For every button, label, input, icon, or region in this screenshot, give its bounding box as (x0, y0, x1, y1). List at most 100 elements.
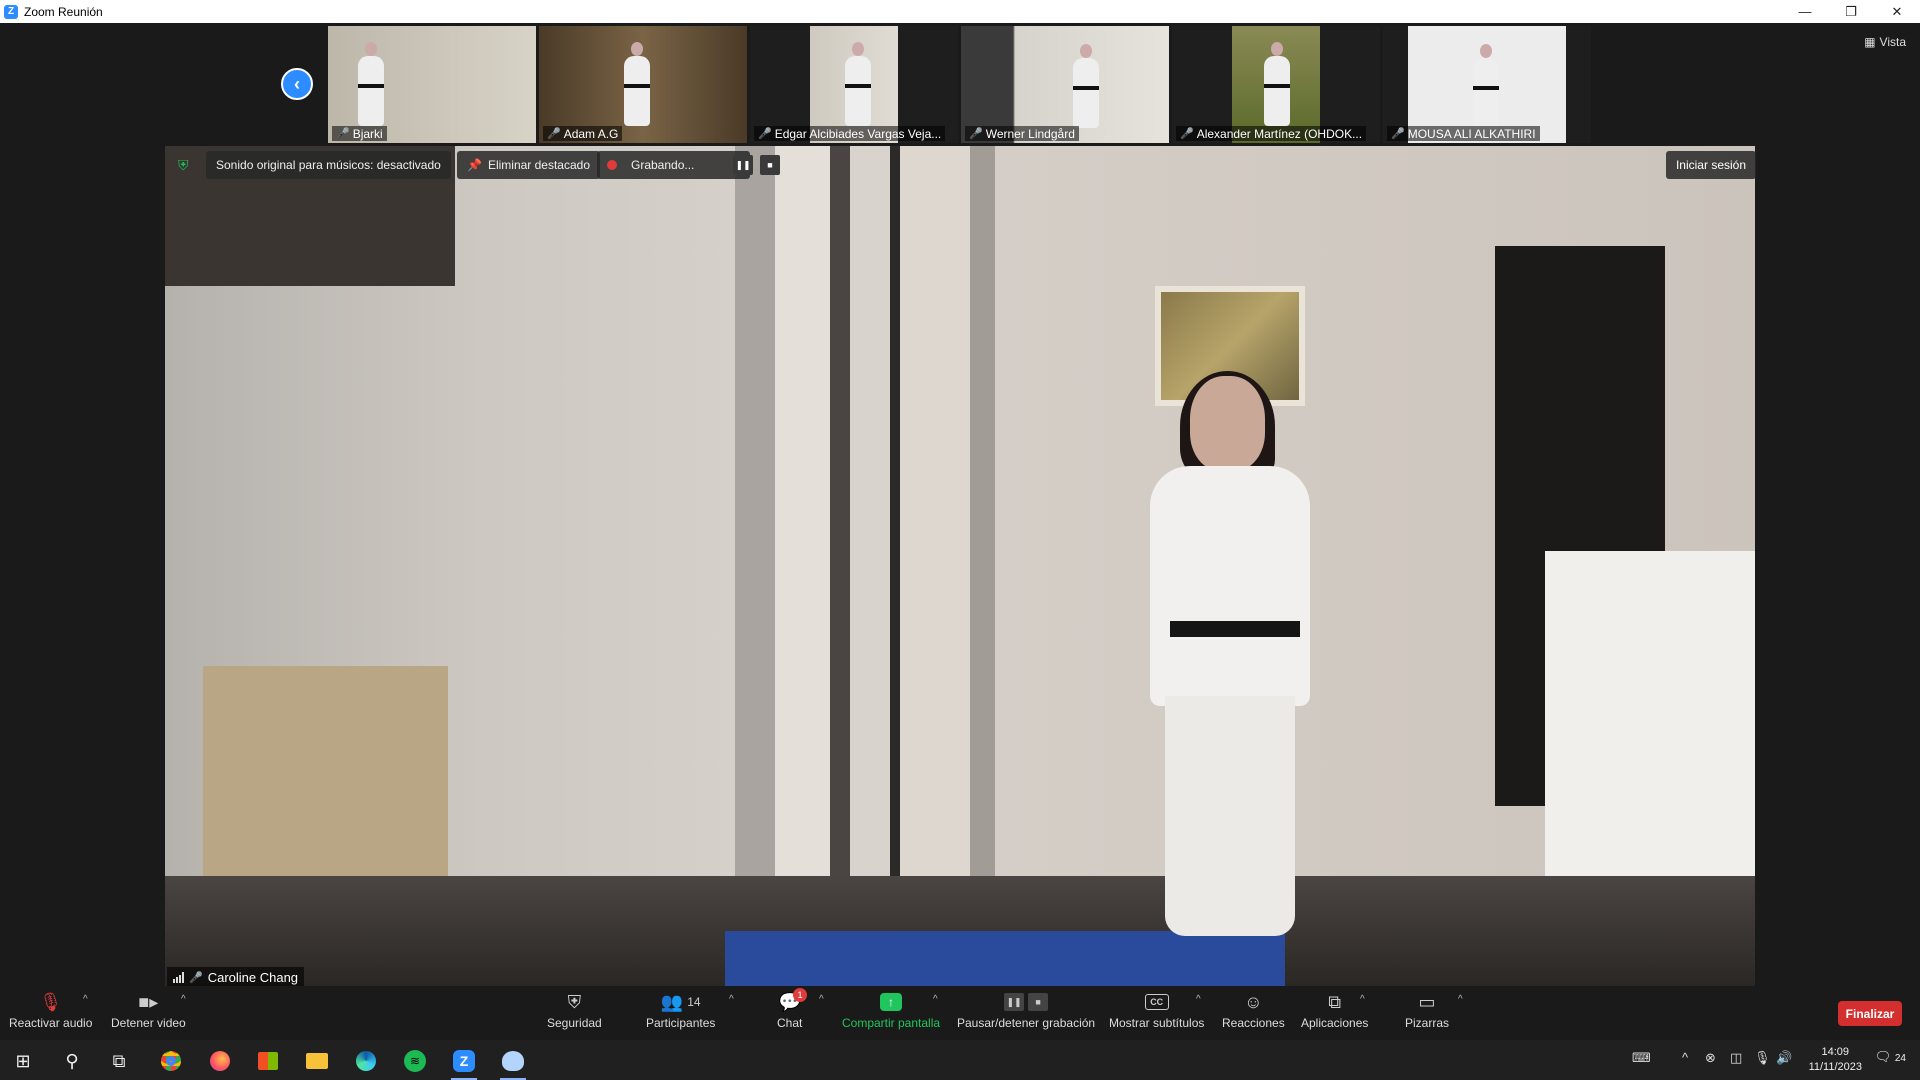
keyboard-icon[interactable]: ⌨ (1632, 1050, 1651, 1066)
participant-thumbnail[interactable]: 🎤 Werner Lindgård (961, 26, 1169, 143)
participant-thumbnail[interactable]: 🎤 Bjarki (328, 26, 536, 143)
mic-muted-icon: 🎤 (1391, 128, 1405, 140)
paint-icon[interactable] (496, 1046, 530, 1080)
zoom-taskbar-icon[interactable]: Z (447, 1046, 481, 1080)
people-icon: 👥 (660, 991, 684, 1012)
signal-strength-icon (173, 971, 184, 983)
unmute-button[interactable]: 🎙 Reactivar audio (9, 990, 92, 1031)
share-screen-button[interactable]: ↑ Compartir pantalla (842, 990, 940, 1030)
stop-video-button[interactable]: ■▸ Detener video (111, 990, 186, 1031)
store-icon[interactable] (251, 1046, 285, 1076)
edge-icon[interactable] (349, 1046, 383, 1076)
camera-tray-icon[interactable]: ◫ (1730, 1050, 1742, 1066)
smiley-plus-icon: ☺ (1244, 991, 1263, 1012)
window-titlebar: Z Zoom Reunión — ❐ ✕ (0, 0, 1920, 23)
shield-icon: ⛨ (567, 991, 582, 1012)
view-button[interactable]: ▦ Vista (1864, 35, 1906, 49)
pause-icon: ❚❚ (1004, 993, 1025, 1011)
whiteboards-options-caret[interactable]: ^ (1458, 994, 1463, 1005)
stop-recording-button[interactable]: ■ (760, 155, 780, 175)
pause-icon: ❚❚ (735, 159, 751, 170)
remove-spotlight-button[interactable]: 📌 Eliminar destacado (457, 151, 601, 179)
record-dot-icon (607, 160, 617, 170)
close-button[interactable]: ✕ (1874, 0, 1920, 23)
show-hidden-icons-caret[interactable]: ^ (1682, 1050, 1688, 1065)
audio-options-caret[interactable]: ^ (83, 994, 88, 1005)
mic-muted-icon: 🎤 (547, 128, 561, 140)
participant-name-tag: 🎤 Adam A.G (543, 126, 623, 141)
recording-indicator: Grabando... (597, 151, 750, 179)
participants-button[interactable]: 👥 14 Participantes (646, 990, 715, 1031)
participant-name-tag: 🎤 Werner Lindgård (965, 126, 1079, 141)
zoom-logo-icon: Z (4, 4, 18, 19)
whiteboards-button[interactable]: ▭ Pizarras (1405, 990, 1449, 1031)
clock-date: 11/11/2023 (1808, 1061, 1862, 1073)
windows-start-icon[interactable]: ⊞ (6, 1046, 40, 1076)
main-video (165, 146, 1755, 986)
whiteboard-icon: ▭ (1418, 991, 1436, 1012)
mic-muted-icon: 🎤 (189, 971, 203, 984)
minimize-button[interactable]: — (1782, 0, 1828, 23)
sign-in-button[interactable]: Iniciar sesión (1665, 151, 1756, 179)
participant-thumbnail[interactable]: 🎤 Alexander Martínez (OHDOK... (1172, 26, 1380, 143)
share-arrow-icon: ↑ (880, 993, 903, 1011)
apps-icon: ⧉ (1328, 991, 1342, 1012)
windows-taskbar: ⊞ ⚲ ⧉ ≋ Z ⌨ ^ ⊗ ◫ 🎙 🔊 14:09 11/11/2023 🗨… (0, 1040, 1920, 1080)
window-title: Zoom Reunión (24, 4, 103, 19)
firefox-icon[interactable] (203, 1046, 237, 1076)
captions-options-caret[interactable]: ^ (1196, 994, 1201, 1005)
shield-check-icon: ⛨ (178, 157, 189, 173)
spotify-icon[interactable]: ≋ (398, 1046, 432, 1076)
show-captions-button[interactable]: CC Mostrar subtítulos (1109, 990, 1204, 1030)
system-clock[interactable]: 14:09 11/11/2023 (1809, 1045, 1862, 1075)
mic-muted-icon: 🎤 (336, 128, 350, 140)
search-icon[interactable]: ⚲ (55, 1046, 89, 1076)
participant-name-tag: 🎤 Edgar Alcibiades Vargas Veja... (754, 126, 946, 141)
meeting-toolbar: 🎙 Reactivar audio ^ ■▸ Detener video ^ ⛨… (0, 986, 1920, 1040)
main-speaker-name-tag: 🎤 Caroline Chang (167, 967, 305, 987)
clock-time: 14:09 (1821, 1046, 1850, 1058)
pin-icon: 📌 (467, 158, 482, 172)
participants-count: 14 (687, 995, 701, 1009)
participant-strip: ‹ 🎤 Bjarki 🎤 Adam A.G 🎤 Edgar Alcibiades Va… (0, 23, 1920, 145)
microphone-tray-icon[interactable]: 🎙 (1754, 1050, 1771, 1066)
apps-button[interactable]: ⧉ Aplicaciones (1301, 990, 1368, 1031)
video-camera-icon: ■▸ (138, 991, 159, 1012)
restore-button[interactable]: ❐ (1828, 0, 1874, 23)
stop-icon: ■ (767, 160, 773, 170)
notification-icon: 🗨 (1874, 1049, 1892, 1064)
chat-options-caret[interactable]: ^ (819, 994, 824, 1005)
share-options-caret[interactable]: ^ (933, 994, 938, 1005)
chevron-left-icon: ‹ (294, 73, 300, 94)
apps-options-caret[interactable]: ^ (1360, 994, 1365, 1005)
video-options-caret[interactable]: ^ (181, 994, 186, 1005)
participant-name-tag: 🎤 MOUSA ALI ALKATHIRI (1387, 126, 1540, 141)
participant-thumbnail[interactable]: 🎤 MOUSA ALI ALKATHIRI (1383, 26, 1591, 143)
chat-unread-badge: 1 (793, 988, 807, 1002)
grid-view-icon: ▦ (1864, 35, 1876, 49)
mic-muted-icon: 🎤 (758, 128, 772, 140)
pause-stop-recording-button[interactable]: ❚❚ ■ Pausar/detener grabación (957, 990, 1095, 1030)
volume-icon[interactable]: 🔊 (1776, 1050, 1792, 1066)
network-icon[interactable]: ⊗ (1705, 1050, 1716, 1066)
security-button[interactable]: ⛨ Seguridad (547, 990, 602, 1031)
stop-icon: ■ (1028, 993, 1049, 1011)
participant-thumbnail[interactable]: 🎤 Edgar Alcibiades Vargas Veja... (750, 26, 958, 143)
notification-center-button[interactable]: 🗨 24 (1875, 1049, 1906, 1065)
file-explorer-icon[interactable] (300, 1046, 334, 1076)
participant-name-tag: 🎤 Bjarki (332, 126, 387, 141)
participant-thumbnail[interactable]: 🎤 Adam A.G (539, 26, 747, 143)
mic-muted-icon: 🎤 (969, 128, 983, 140)
original-sound-status[interactable]: Sonido original para músicos: desactivad… (206, 151, 451, 179)
participants-options-caret[interactable]: ^ (729, 994, 734, 1005)
participant-name-tag: 🎤 Alexander Martínez (OHDOK... (1176, 126, 1367, 141)
reactions-button[interactable]: ☺ Reacciones (1222, 990, 1285, 1031)
pause-recording-button[interactable]: ❚❚ (733, 155, 753, 175)
chrome-icon[interactable] (154, 1046, 188, 1076)
end-meeting-button[interactable]: Finalizar (1838, 1001, 1902, 1026)
previous-page-button[interactable]: ‹ (281, 68, 313, 100)
mic-muted-icon: 🎙 (39, 991, 63, 1012)
mic-muted-icon: 🎤 (1180, 128, 1194, 140)
speaker-figure (1125, 371, 1310, 936)
task-view-icon[interactable]: ⧉ (102, 1046, 136, 1076)
